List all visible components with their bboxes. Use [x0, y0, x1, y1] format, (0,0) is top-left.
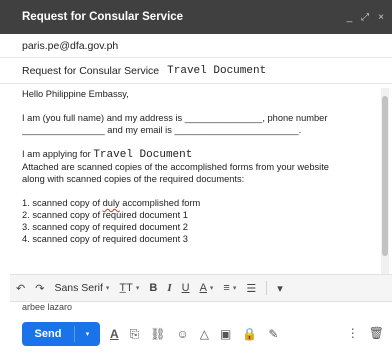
compose-titlebar[interactable]: Request for Consular Service _ ⤢ × [0, 0, 392, 34]
font-size-select[interactable]: T̲T ▾ [119, 282, 139, 294]
underline-button[interactable]: U [182, 282, 190, 294]
confidential-mode-icon[interactable]: 🔒 [242, 327, 257, 341]
text-color-icon: A [199, 282, 207, 294]
body-applying-line: I am applying for Travel Document [22, 148, 374, 161]
body-attached-line2: along with scanned copies of the require… [22, 174, 245, 184]
window-title: Request for Consular Service [22, 11, 184, 23]
formatting-options-icon[interactable]: A [110, 327, 119, 341]
minimize-icon[interactable]: _ [347, 12, 353, 23]
redo-icon[interactable]: ↷ [35, 282, 44, 295]
undo-icon[interactable]: ↶ [16, 282, 25, 295]
recipients-field[interactable]: paris.pe@dfa.gov.ph [0, 34, 392, 58]
subject-tag: Travel Document [167, 64, 267, 77]
drive-icon[interactable]: △ [200, 327, 209, 341]
list-item: 4. scanned copy of required document 3 [22, 234, 188, 244]
text-color-select[interactable]: A ▾ [200, 282, 214, 294]
chevron-down-icon: ▾ [209, 285, 214, 292]
send-button-group: Send ▾ [22, 322, 100, 346]
emoji-icon[interactable]: ☺ [177, 327, 189, 341]
subject-field[interactable]: Request for Consular Service Travel Docu… [0, 58, 392, 84]
list-item: 1. scanned copy of duly accomplished for… [22, 198, 201, 208]
send-button[interactable]: Send [22, 328, 74, 340]
send-options-icon[interactable]: ▾ [75, 330, 100, 338]
compose-window: Request for Consular Service _ ⤢ × paris… [0, 0, 392, 359]
compose-actions: A ⎘ ⛓ ☺ △ ▣ 🔒 ✎ [110, 326, 289, 342]
more-options-icon[interactable]: ⋮ [347, 326, 359, 340]
recipient-chip[interactable]: paris.pe@dfa.gov.ph [22, 40, 118, 52]
insert-link-icon[interactable]: ⛓ [150, 327, 165, 341]
bold-button[interactable]: B [149, 282, 157, 294]
chevron-down-icon: ▾ [232, 285, 237, 292]
attach-file-icon[interactable]: ⎘ [130, 327, 140, 342]
body-intro-line2: ________________ and my email is _______… [22, 125, 302, 135]
insert-photo-icon[interactable]: ▣ [220, 327, 231, 341]
body-attached-line1: Attached are scanned copies of the accom… [22, 162, 329, 172]
align-select[interactable]: ≡ ▾ [223, 282, 236, 294]
misspelled-word[interactable]: duly [103, 198, 120, 208]
body-intro-line1: I am (you full name) and my address is _… [22, 113, 328, 123]
subject-text: Request for Consular Service [22, 64, 160, 77]
compose-right-actions: ⋮ 🗑 [337, 326, 384, 340]
list-item: 3. scanned copy of required document 2 [22, 222, 188, 232]
chevron-down-icon: ▾ [105, 285, 110, 292]
font-family-select[interactable]: Sans Serif ▾ [54, 282, 109, 294]
applying-prefix: I am applying for [22, 149, 91, 159]
font-size-icon: T̲T [119, 282, 133, 294]
applying-value: Travel Document [93, 149, 193, 161]
close-icon[interactable]: × [378, 12, 384, 23]
compose-bottom-bar: Send ▾ A ⎘ ⛓ ☺ △ ▣ 🔒 ✎ ⋮ 🗑 [0, 312, 392, 359]
fullscreen-icon[interactable]: ⤢ [361, 12, 369, 23]
discard-draft-icon[interactable]: 🗑 [369, 326, 384, 340]
italic-button[interactable]: I [167, 282, 171, 294]
body-greeting: Hello Philippine Embassy, [22, 89, 129, 99]
numbered-list-icon[interactable]: ☰ [246, 282, 256, 295]
signature-icon[interactable]: ✎ [268, 327, 278, 341]
more-formatting-icon[interactable]: ▾ [277, 282, 283, 295]
align-icon: ≡ [223, 282, 230, 294]
toolbar-divider [266, 281, 268, 295]
body-scrollbar-thumb[interactable] [382, 96, 388, 256]
formatting-toolbar: ↶ ↷ Sans Serif ▾ T̲T ▾ B I U A ▾ ≡ ▾ ☰ ▾ [10, 274, 392, 302]
list-item: 2. scanned copy of required document 1 [22, 210, 188, 220]
message-body[interactable]: Hello Philippine Embassy, I am (you full… [22, 88, 374, 278]
chevron-down-icon: ▾ [135, 285, 140, 292]
